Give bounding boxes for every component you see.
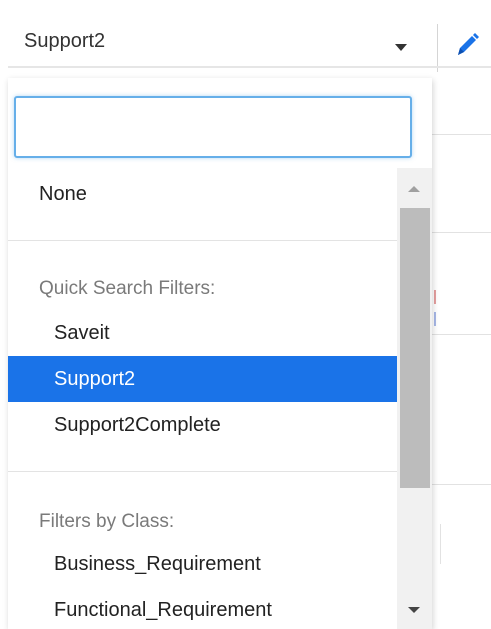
group-divider — [8, 240, 397, 241]
scrollbar-thumb[interactable] — [400, 208, 430, 488]
scroll-down-arrow-icon[interactable] — [408, 607, 420, 613]
option-functional-requirement[interactable]: Functional_Requirement — [8, 587, 397, 629]
option-none[interactable]: None — [8, 171, 397, 217]
divider — [437, 24, 438, 72]
filter-dropdown: None Quick Search Filters: Saveit Suppor… — [8, 78, 432, 629]
group-label-quick-search: Quick Search Filters: — [39, 278, 216, 299]
search-input[interactable] — [14, 96, 412, 158]
divider — [432, 484, 491, 485]
divider — [432, 134, 491, 135]
background-panel — [432, 72, 491, 629]
header-divider — [8, 66, 491, 68]
pencil-icon — [458, 33, 479, 55]
scroll-up-arrow-icon[interactable] — [408, 186, 420, 192]
divider — [432, 334, 491, 335]
group-label-filters-by-class: Filters by Class: — [39, 511, 175, 532]
option-support2complete[interactable]: Support2Complete — [8, 402, 397, 448]
accent-mark — [434, 312, 436, 326]
filter-select[interactable]: Support2 — [0, 8, 491, 72]
accent-mark — [434, 290, 436, 304]
selected-filter-value: Support2 — [24, 30, 106, 52]
option-business-requirement[interactable]: Business_Requirement — [8, 541, 397, 587]
edit-filter-button[interactable] — [452, 30, 480, 60]
divider — [440, 524, 441, 564]
group-divider — [8, 471, 397, 472]
option-support2[interactable]: Support2 — [8, 356, 397, 402]
caret-down-icon[interactable] — [395, 44, 407, 51]
divider — [432, 232, 491, 233]
option-saveit[interactable]: Saveit — [8, 310, 397, 356]
